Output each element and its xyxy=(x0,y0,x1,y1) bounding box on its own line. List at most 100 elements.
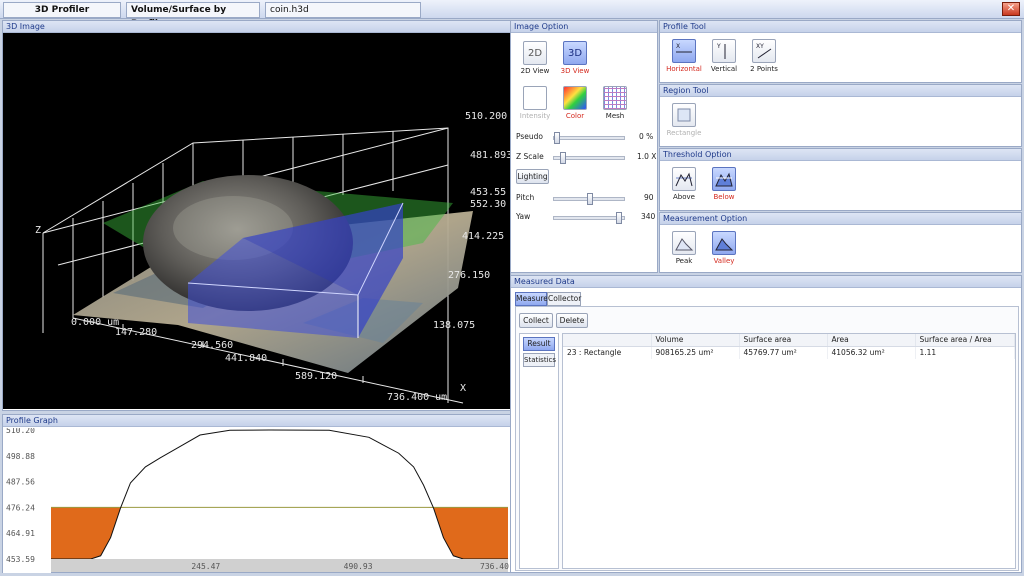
below-tool[interactable]: Below xyxy=(704,167,744,201)
region-tool-panel: Region Tool Rectangle xyxy=(659,84,1022,147)
view-3d-tool[interactable]: 3D 3D View xyxy=(555,41,595,75)
yaw-value: 340 xyxy=(641,212,656,221)
y-tick-label: 498.88 xyxy=(6,452,35,461)
table-header-row: Volume Surface area Area Surface area / … xyxy=(563,334,1015,347)
peak-label: Peak xyxy=(675,257,693,265)
3d-viewport[interactable]: Z X 510.200 481.893 453.55 552.30 414.22… xyxy=(3,33,510,409)
y-tick-label: 453.59 xyxy=(6,555,35,564)
mesh-tool[interactable]: Mesh xyxy=(595,86,635,120)
yaw-slider[interactable] xyxy=(553,212,625,224)
pitch-label: Pitch xyxy=(516,193,535,202)
y-tick: 138.075 xyxy=(433,320,475,331)
vertical-tool[interactable]: Y Vertical xyxy=(704,39,744,73)
pitch-slider[interactable] xyxy=(553,193,625,205)
lighting-button[interactable]: Lighting xyxy=(516,169,549,184)
below-label: Below xyxy=(713,193,735,201)
x-tick-label: 736.40 xyxy=(480,562,509,571)
results-table-container: Volume Surface area Area Surface area / … xyxy=(562,333,1016,569)
threshold-option-panel: Threshold Option Above Below xyxy=(659,148,1022,211)
color-tool[interactable]: Color xyxy=(555,86,595,120)
two-points-tool[interactable]: XY 2 Points xyxy=(744,39,784,73)
valley-label: Valley xyxy=(713,257,735,265)
image-option-title: Image Option xyxy=(511,21,657,33)
x-tick-label: 245.47 xyxy=(191,562,220,571)
x-tick: 736.400 um xyxy=(387,392,447,403)
2d-view-icon: 2D xyxy=(523,41,547,65)
y-tick-label: 510.20 xyxy=(6,428,35,435)
zscale-slider-thumb[interactable] xyxy=(560,152,566,164)
color-label: Color xyxy=(565,112,585,120)
measure-pane: Collect Delete Result Statistics Volume … xyxy=(515,306,1019,571)
collect-button[interactable]: Collect xyxy=(519,313,553,328)
profile-graph[interactable]: 510.20 498.88 487.56 476.24 464.91 453.59 245.… xyxy=(3,428,510,573)
valley-tool[interactable]: Valley xyxy=(704,231,744,265)
svg-text:X: X xyxy=(676,43,680,50)
view3d-title: 3D Image xyxy=(3,21,510,33)
y-tick: 552.30 xyxy=(470,199,506,210)
horizontal-label: Horizontal xyxy=(666,65,702,73)
pseudo-slider-thumb[interactable] xyxy=(554,132,560,144)
svg-text:Y: Y xyxy=(716,43,721,50)
svg-text:XY: XY xyxy=(756,43,764,50)
table-row[interactable]: 23 : Rectangle 908165.25 um² 45769.77 um… xyxy=(563,346,1015,359)
col-header-name xyxy=(563,334,652,347)
zscale-slider[interactable] xyxy=(553,152,625,164)
view-2d-tool[interactable]: 2D 2D View xyxy=(515,41,555,75)
pseudo-label: Pseudo xyxy=(516,132,544,141)
plot-area xyxy=(51,430,508,559)
x-axis-bar xyxy=(51,559,508,572)
vertical-label: Vertical xyxy=(710,65,738,73)
results-table: Volume Surface area Area Surface area / … xyxy=(563,334,1015,359)
close-button[interactable]: ✕ xyxy=(1002,2,1020,16)
rectangle-tool[interactable]: Rectangle xyxy=(664,103,704,137)
3d-render: Z X 510.200 481.893 453.55 552.30 414.22… xyxy=(35,111,510,404)
yaw-label: Yaw xyxy=(516,212,531,221)
region-tool-title: Region Tool xyxy=(660,85,1021,97)
tab-collector[interactable]: Collector xyxy=(547,292,581,306)
above-label: Above xyxy=(673,193,695,201)
vertical-line-icon: Y xyxy=(712,39,736,63)
two-points-label: 2 Points xyxy=(750,65,778,73)
z-tick: 453.55 xyxy=(470,187,506,198)
zscale-value: 1.0 X xyxy=(637,152,657,161)
yaw-slider-thumb[interactable] xyxy=(616,212,622,224)
col-header-area: Area xyxy=(827,334,916,347)
intensity-label: Intensity xyxy=(519,112,551,120)
measurement-option-title: Measurement Option xyxy=(660,213,1021,225)
peak-icon xyxy=(672,231,696,255)
profile-graph-title: Profile Graph xyxy=(3,415,510,427)
intensity-tool[interactable]: Intensity xyxy=(515,86,555,120)
side-tabs: Result Statistics xyxy=(519,333,559,569)
measurement-option-panel: Measurement Option Peak Valley xyxy=(659,212,1022,273)
col-header-volume: Volume xyxy=(651,334,740,347)
cell-area: 41056.32 um² xyxy=(827,346,916,359)
profile-tool-panel: Profile Tool X Horizontal Y Vertical XY … xyxy=(659,20,1022,83)
horizontal-line-icon: X xyxy=(672,39,696,63)
image-option-panel: Image Option 2D 2D View 3D 3D View Inten… xyxy=(510,20,658,273)
x-tick-label: 490.93 xyxy=(344,562,373,571)
y-tick-label: 464.91 xyxy=(6,529,35,538)
horizontal-tool[interactable]: X Horizontal xyxy=(664,39,704,73)
pitch-slider-thumb[interactable] xyxy=(587,193,593,205)
peak-tool[interactable]: Peak xyxy=(664,231,704,265)
pseudo-slider[interactable] xyxy=(553,132,625,144)
col-header-surface-area: Surface area xyxy=(739,334,828,347)
title-bar: 3D Profiler Volume/Surface by Profile co… xyxy=(0,0,1024,29)
tab-measure[interactable]: Measure xyxy=(515,292,548,306)
mode-title: Volume/Surface by Profile xyxy=(126,2,260,29)
above-tool[interactable]: Above xyxy=(664,167,704,201)
x-tick: 0.000 um xyxy=(71,317,119,328)
measured-data-title: Measured Data xyxy=(511,276,1021,288)
tab-statistics[interactable]: Statistics xyxy=(523,353,556,367)
pseudo-value: 0 % xyxy=(639,132,654,141)
file-name: coin.h3d xyxy=(265,2,421,18)
x-tick: 441.840 xyxy=(225,353,267,364)
y-tick-label: 487.56 xyxy=(6,478,35,487)
pitch-value: 90 xyxy=(644,193,654,202)
delete-button[interactable]: Delete xyxy=(556,313,588,328)
view-3d-label: 3D View xyxy=(560,67,590,75)
intensity-icon xyxy=(523,86,547,110)
threshold-below-icon xyxy=(712,167,736,191)
tab-result[interactable]: Result xyxy=(523,337,555,351)
rectangle-label: Rectangle xyxy=(666,129,702,137)
